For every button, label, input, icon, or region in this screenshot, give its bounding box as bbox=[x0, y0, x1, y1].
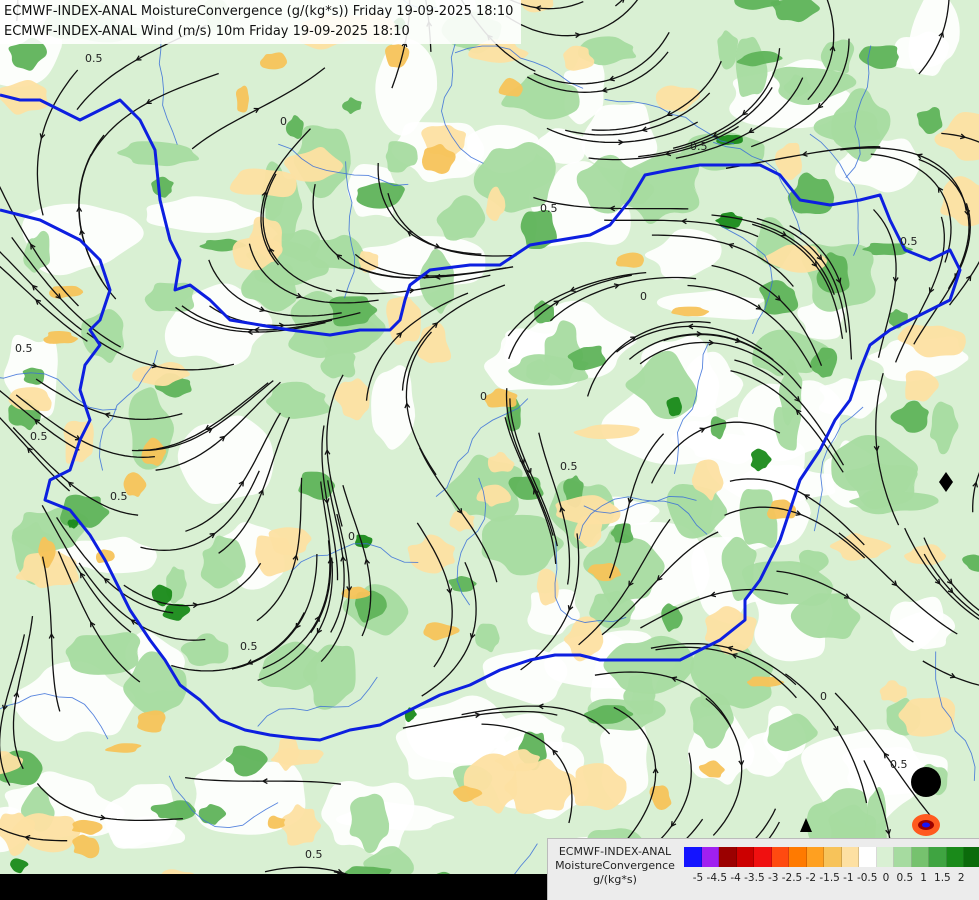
contour-label: 0.5 bbox=[30, 430, 48, 443]
legend-tick: -2 bbox=[805, 872, 817, 884]
weather-map-view: 0.5 0 0.5 0 0.5 0.5 0 0.5 0 0.5 0.5 0.5 0 0.5 0.5 0.5 E… bbox=[0, 0, 979, 900]
contour-label: 0 bbox=[820, 690, 827, 703]
legend-swatch bbox=[911, 847, 929, 867]
title-moisture-convergence: ECMWF-INDEX-ANAL MoistureConvergence (g/… bbox=[4, 4, 514, 19]
legend-tick: -0.5 bbox=[856, 872, 878, 884]
contour-label: 0.5 bbox=[560, 460, 578, 473]
legend-unit: g/(kg*s) bbox=[593, 873, 637, 886]
legend-swatch bbox=[754, 847, 772, 867]
legend-tick: -3.5 bbox=[744, 872, 765, 884]
legend-tick: -4 bbox=[730, 872, 741, 884]
legend-tick: -4.5 bbox=[706, 872, 728, 884]
contour-label: 0.5 bbox=[15, 342, 33, 355]
legend-swatch bbox=[841, 847, 859, 867]
legend-swatch bbox=[719, 847, 737, 867]
legend-swatch bbox=[894, 847, 912, 867]
convergence-patch bbox=[137, 710, 166, 733]
bottom-bar bbox=[0, 874, 547, 900]
convergence-patch bbox=[65, 632, 141, 675]
legend-swatches bbox=[684, 847, 979, 867]
contour-label: 0.5 bbox=[110, 490, 128, 503]
contour-label: 0 bbox=[348, 530, 355, 543]
legend-tick: -1.5 bbox=[819, 872, 840, 884]
legend-tick: 0 bbox=[882, 872, 890, 884]
legend-tick: -1 bbox=[843, 872, 854, 884]
contour-label: 0.5 bbox=[540, 202, 558, 215]
legend-swatch bbox=[736, 847, 754, 867]
contour-label: 0.5 bbox=[240, 640, 258, 653]
color-legend: ECMWF-INDEX-ANAL MoistureConvergence g/(… bbox=[547, 838, 979, 900]
legend-tick: 2 bbox=[957, 872, 965, 884]
legend-swatch bbox=[789, 847, 807, 867]
legend-swatch bbox=[876, 847, 894, 867]
legend-swatch bbox=[964, 847, 979, 867]
legend-swatch bbox=[806, 847, 824, 867]
contour-label: 0.5 bbox=[690, 140, 708, 153]
convergence-patch bbox=[235, 85, 250, 113]
legend-tick: 1 bbox=[920, 872, 927, 884]
convergence-patch bbox=[229, 168, 297, 198]
map-title-block: ECMWF-INDEX-ANAL MoistureConvergence (g/… bbox=[0, 0, 522, 44]
contour-label: 0 bbox=[280, 115, 287, 128]
moisture-convergence-map[interactable]: 0.5 0 0.5 0 0.5 0.5 0 0.5 0 0.5 0.5 0.5 0 0.5 0.5 0.5 bbox=[0, 0, 979, 900]
legend-tick-labels: -5 -4.5 -4 -3.5 -3 -2.5 -2 -1.5 -1 -0.5 0 0.5 1 1.5 2 bbox=[678, 872, 978, 888]
legend-tick: 1.5 bbox=[934, 872, 951, 884]
legend-swatch bbox=[771, 847, 789, 867]
legend-title: ECMWF-INDEX-ANAL MoistureConvergence g/(… bbox=[552, 845, 678, 887]
title-wind: ECMWF-INDEX-ANAL Wind (m/s) 10m Friday 1… bbox=[4, 24, 410, 39]
legend-tick: 0.5 bbox=[896, 872, 914, 884]
contour-label: 0.5 bbox=[900, 235, 918, 248]
contour-label: 0 bbox=[640, 290, 647, 303]
contour-label: 0.5 bbox=[305, 848, 323, 861]
legend-swatch bbox=[929, 847, 947, 867]
legend-swatch bbox=[946, 847, 964, 867]
dark-cell-marker bbox=[911, 767, 941, 797]
contour-label: 0.5 bbox=[85, 52, 103, 65]
legend-title-line: ECMWF-INDEX-ANAL bbox=[558, 845, 672, 858]
legend-tick: -5 bbox=[692, 872, 704, 884]
contour-label: 0.5 bbox=[890, 758, 908, 771]
legend-title-line: MoistureConvergence bbox=[555, 859, 675, 872]
legend-swatch bbox=[859, 847, 877, 867]
contour-label: 0 bbox=[480, 390, 487, 403]
legend-swatch bbox=[701, 847, 719, 867]
legend-swatch bbox=[684, 847, 702, 867]
hotspot-center bbox=[922, 822, 930, 828]
legend-swatch bbox=[824, 847, 842, 867]
legend-tick: -3 bbox=[767, 872, 779, 884]
legend-tick: -2.5 bbox=[781, 872, 803, 884]
